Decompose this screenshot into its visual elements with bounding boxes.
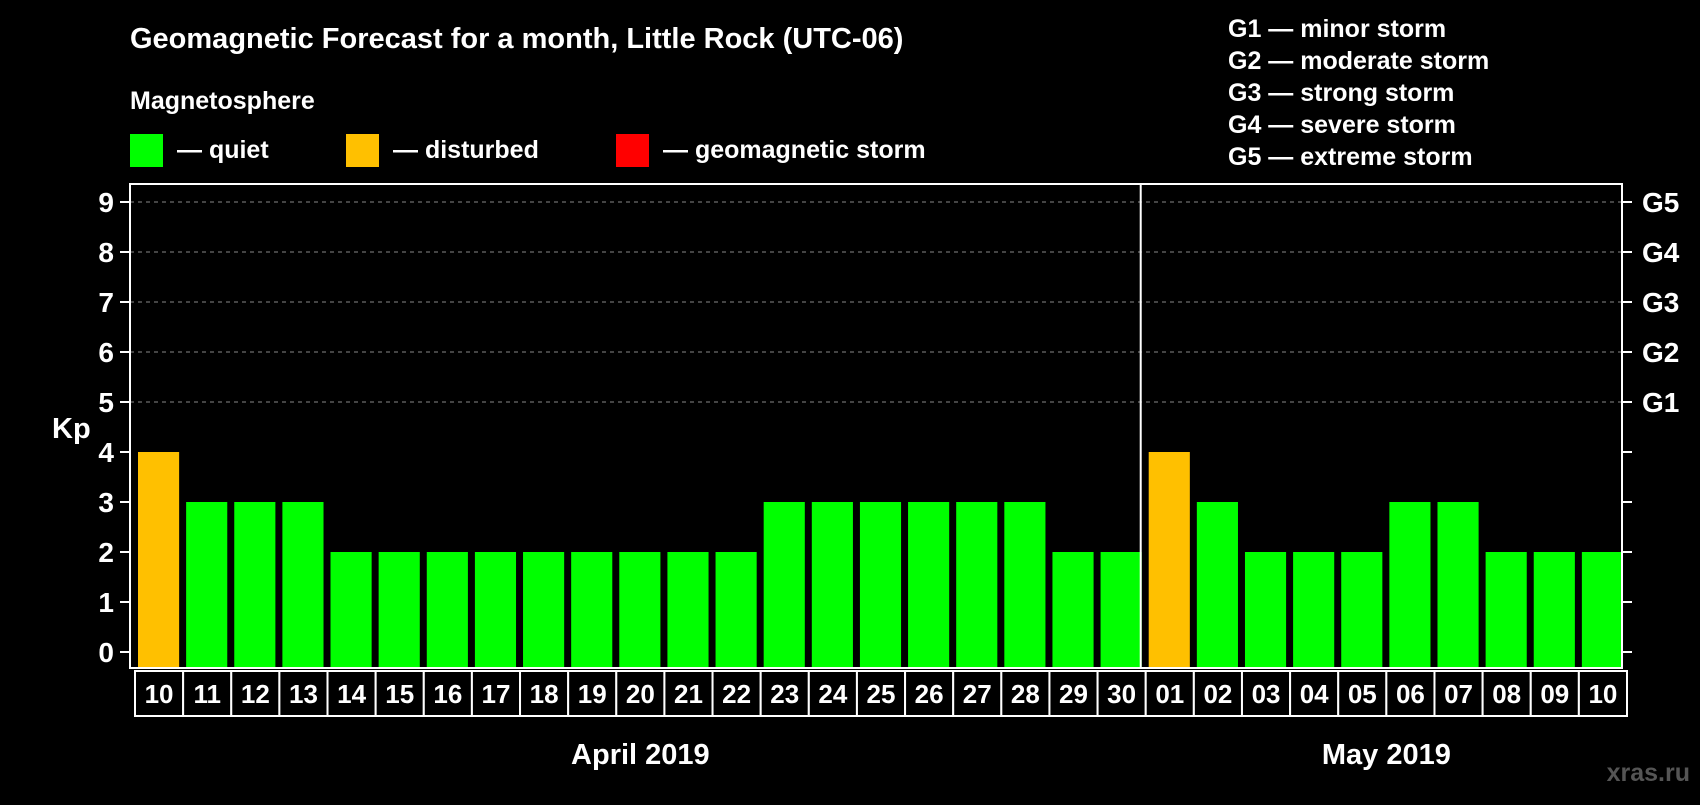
y-tick-label-5: 5 [98,387,114,418]
y-tick-label-1: 1 [98,587,114,618]
storm-level-label-G1: G1 [1642,387,1679,418]
bar-31 [1581,552,1623,667]
storm-level-label-G2: G2 [1642,337,1679,368]
bar-19 [1004,502,1046,667]
bar-15 [811,502,853,667]
geomagnetic-forecast-chart: Geomagnetic Forecast for a month, Little… [0,0,1700,800]
x-tick-label-23: 02 [1203,679,1232,709]
x-tick-label-17: 26 [915,679,944,709]
month-label-1: April 2019 [571,739,710,771]
bar-22 [1148,452,1190,667]
x-tick-label-13: 22 [722,679,751,709]
storm-level-label-G4: G4 [1642,237,1680,268]
bar-13 [715,552,757,667]
x-tick-label-8: 17 [482,679,511,709]
bar-24 [1244,552,1287,667]
bar-7 [426,552,468,667]
x-tick-label-9: 18 [530,679,559,709]
x-tick-label-10: 19 [578,679,607,709]
legend-label-1: — quiet [177,136,269,164]
y-tick-label-6: 6 [98,337,114,368]
bar-9 [523,552,565,667]
x-tick-label-18: 27 [963,679,992,709]
legend-swatch-3 [616,134,649,167]
x-tick-label-24: 03 [1252,679,1281,709]
month-label-2: May 2019 [1322,739,1451,771]
x-tick-label-26: 05 [1348,679,1377,709]
y-tick-label-9: 9 [98,187,114,218]
bar-29 [1485,552,1527,667]
bar-8 [474,552,517,667]
x-tick-label-11: 20 [626,679,655,709]
bar-17 [908,502,950,667]
y-tick-label-4: 4 [98,437,114,468]
x-tick-label-5: 14 [337,679,366,709]
bar-18 [956,502,998,667]
y-axis-label: Kp [52,413,91,445]
x-tick-label-14: 23 [770,679,799,709]
x-axis: 10 11 12 13 14 15 16 17 18 19 20 21 22 23 24 25 26 27 28 29… [134,670,1629,717]
legend-label-2: — disturbed [393,136,539,164]
x-tick-label-3: 12 [241,679,270,709]
storm-scale-item-2: G2 — moderate storm [1228,47,1489,75]
legend-swatch-2 [346,134,379,167]
bar-1 [138,452,180,667]
bar-2 [186,502,228,667]
watermark: xras.ru [1607,759,1690,787]
x-tick-label-20: 29 [1059,679,1088,709]
bar-30 [1533,552,1575,667]
bar-14 [763,502,805,667]
storm-level-label-G5: G5 [1642,187,1679,218]
bar-10 [571,552,613,667]
storm-level-label-G3: G3 [1642,287,1679,318]
bar-4 [282,502,324,667]
x-tick-label-15: 24 [818,679,847,709]
legend-heading: Magnetosphere [130,87,315,115]
bar-5 [330,552,372,667]
bar-6 [378,552,420,667]
legend-swatch-1 [130,134,163,167]
x-tick-label-25: 04 [1300,679,1329,709]
x-tick-label-2: 11 [193,679,221,709]
x-tick-label-16: 25 [867,679,896,709]
x-tick-label-6: 15 [385,679,414,709]
x-tick-label-19: 28 [1011,679,1040,709]
bar-28 [1437,502,1479,667]
legend-label-3: — geomagnetic storm [663,136,926,164]
bar-27 [1389,502,1431,667]
storm-scale-item-4: G4 — severe storm [1228,111,1456,139]
x-tick-label-21: 30 [1107,679,1136,709]
y-tick-label-8: 8 [98,237,114,268]
y-tick-label-7: 7 [98,287,114,318]
x-tick-label-29: 08 [1492,679,1521,709]
y-tick-label-2: 2 [98,537,114,568]
legend: — quiet — disturbed — geomagnetic storm [130,134,926,167]
x-tick-label-22: 01 [1155,679,1184,709]
storm-scale-item-1: G1 — minor storm [1228,15,1446,43]
x-tick-label-28: 07 [1444,679,1473,709]
x-tick-label-31: 10 [1588,679,1617,709]
storm-scale-item-5: G5 — extreme storm [1228,143,1473,171]
x-tick-label-27: 06 [1396,679,1425,709]
bar-21 [1100,552,1142,667]
bar-26 [1341,552,1383,667]
bar-25 [1293,552,1335,667]
y-tick-label-3: 3 [98,487,114,518]
x-tick-label-12: 21 [674,679,703,709]
bar-16 [859,502,902,667]
x-tick-label-4: 13 [289,679,318,709]
bar-20 [1052,552,1094,667]
chart-title: Geomagnetic Forecast for a month, Little… [130,23,903,55]
x-tick-label-1: 10 [145,679,174,709]
bar-3 [234,502,276,667]
y-tick-label-0: 0 [98,637,114,668]
bar-12 [667,552,709,667]
x-tick-label-7: 16 [433,679,462,709]
x-tick-label-30: 09 [1540,679,1569,709]
bar-23 [1196,502,1238,667]
storm-scale-item-3: G3 — strong storm [1228,79,1454,107]
bar-11 [619,552,661,667]
